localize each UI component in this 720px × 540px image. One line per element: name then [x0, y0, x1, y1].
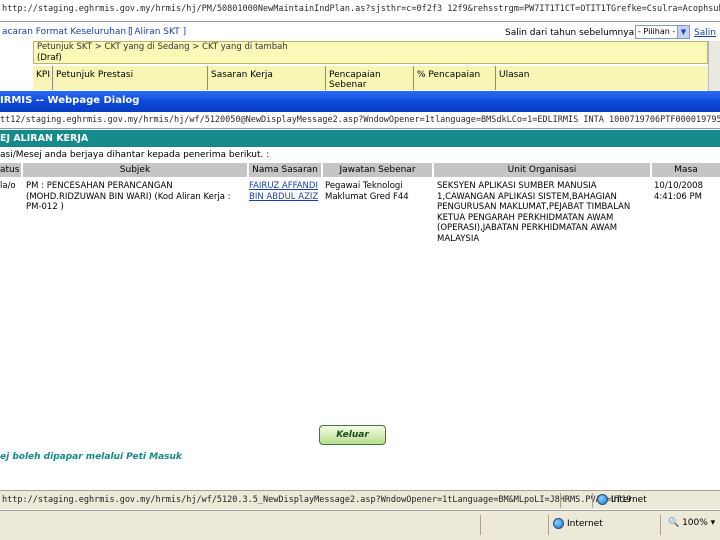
browser-status-bar: Internet 🔍 100% ▾: [0, 510, 720, 540]
previous-year-select[interactable]: - Pilihan - ▼: [635, 25, 690, 39]
skt-breadcrumb: Petunjuk SKT > CKT yang di Sedang > CKT …: [37, 42, 288, 52]
th-masa: Masa: [652, 163, 720, 177]
previous-year-select-value: - Pilihan -: [638, 27, 676, 36]
browser-zone-label: Internet: [567, 519, 603, 529]
status-divider: [560, 493, 561, 508]
col-petunjuk-prestasi: Petunjuk Prestasi: [53, 66, 208, 90]
cell-position: Pegawai Teknologi Maklumat Gred F44: [325, 181, 409, 202]
status-divider: [660, 515, 661, 535]
background-scrollbar[interactable]: [708, 41, 720, 91]
cell-target-name-link[interactable]: FAIRUZ AFFANDI BIN ABDUL AZIZ: [249, 181, 323, 202]
copy-previous-year-label: Salin dari tahun sebelumnya :: [505, 28, 640, 38]
col-sasaran-kerja: Sasaran Kerja: [208, 66, 326, 90]
copy-save-link[interactable]: Salin: [694, 28, 716, 38]
background-address-bar[interactable]: http://staging.eghrmis.gov.my/hrmis/hj/P…: [0, 0, 720, 22]
th-unit-organisasi: Unit Organisasi: [434, 163, 652, 177]
th-jawatan-sebenar: Jawatan Sebenar: [323, 163, 434, 177]
inbox-note: ej boleh dipapar melalui Peti Masuk: [0, 452, 182, 462]
cell-org-unit: SEKSYEN APLIKASI SUMBER MANUSIA 1,CAWANG…: [437, 181, 631, 244]
dialog-zone: Internet: [597, 494, 647, 505]
skt-table-header: KPI Petunjuk Prestasi Sasaran Kerja Penc…: [33, 66, 708, 90]
link-aliran-skt[interactable]: [ Aliran SKT ]: [128, 27, 186, 37]
cell-status: la/o: [0, 181, 16, 191]
zoom-level: 100%: [682, 518, 708, 528]
th-subjek: Subjek: [23, 163, 249, 177]
status-divider: [592, 493, 593, 508]
col-ulasan: Ulasan: [499, 70, 530, 80]
dialog-title-bar[interactable]: IRMIS -- Webpage Dialog: [0, 91, 720, 112]
globe-icon: [553, 518, 564, 529]
dialog-zone-label: Internet: [611, 495, 647, 505]
background-link-bar: acaran Format Keseluruhan ] [ Aliran SKT…: [0, 23, 720, 41]
dialog-status-url: http://staging.eghrmis.gov.my/hrmis/hj/w…: [2, 495, 632, 505]
cell-subject: PM : PENCESAHAN PERANCANGAN (MOHD.RIDZUW…: [26, 181, 231, 212]
dialog-status-bar: http://staging.eghrmis.gov.my/hrmis/hj/w…: [0, 490, 720, 509]
cell-time: 10/10/2008 4:41:06 PM: [654, 181, 703, 202]
status-divider: [480, 515, 481, 535]
status-divider: [548, 515, 549, 535]
skt-status: (Draf): [37, 53, 62, 63]
section-header: EJ ALIRAN KERJA: [0, 130, 720, 147]
col-pencapaian-sebenar: Pencapaian Sebenar: [326, 66, 414, 90]
info-text: asi/Mesej anda berjaya dihantar kepada p…: [0, 150, 270, 160]
col-kpi: KPI: [33, 66, 53, 90]
browser-zone: Internet: [553, 518, 603, 529]
th-status: atus: [0, 163, 23, 177]
zoom-control[interactable]: 🔍 100% ▾: [668, 518, 715, 528]
th-nama-sasaran: Nama Sasaran: [249, 163, 323, 177]
skt-breadcrumb-panel: Petunjuk SKT > CKT yang di Sedang > CKT …: [33, 41, 708, 64]
col-pencapaian-percent: % Pencapaian: [414, 66, 496, 90]
link-format-keseluruhan[interactable]: acaran Format Keseluruhan ]: [2, 27, 132, 37]
globe-icon: [597, 494, 608, 505]
exit-button[interactable]: Keluar: [319, 425, 386, 445]
chevron-down-icon[interactable]: ▼: [677, 26, 689, 38]
dialog-address-bar: tt12/staging.eghrmis.gov.my/hrmis/hj/wf/…: [0, 112, 720, 129]
dialog-title: IRMIS -- Webpage Dialog: [0, 95, 140, 106]
